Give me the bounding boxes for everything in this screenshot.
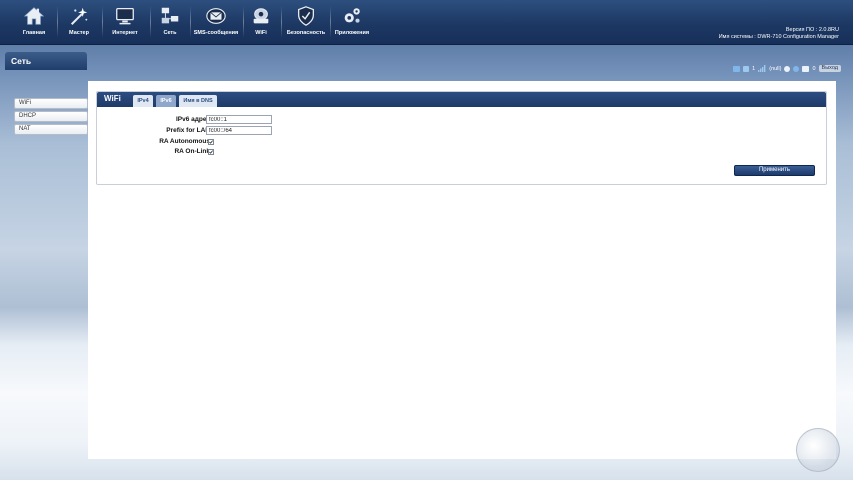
ra-onlink-checkbox[interactable] <box>208 149 214 155</box>
nav-network[interactable]: Сеть <box>157 4 183 42</box>
nav-divider <box>190 6 191 38</box>
ipv6-address-row: IPv6 адрес <box>97 115 210 125</box>
nav-security-label: Безопасность <box>286 30 326 36</box>
ra-autonomous-label: RA Autonomous <box>159 138 210 145</box>
nav-sms[interactable]: SMS-сообщения <box>194 4 238 42</box>
nav-divider <box>57 6 58 38</box>
network-status-icon <box>793 65 800 72</box>
ra-onlink-label: RA On-Link <box>174 148 210 155</box>
prefix-lan-label: Prefix for LAN <box>166 127 210 134</box>
tab-dns-name[interactable]: Имя в DNS <box>179 95 217 107</box>
connection-icon <box>733 65 741 72</box>
firmware-version: Версия ПО : 2.0.8RU <box>785 27 839 33</box>
signal-icon <box>758 65 766 72</box>
watermark-logo <box>796 428 840 472</box>
sidebar-item-wifi[interactable]: WiFi <box>14 98 88 109</box>
router-icon <box>253 8 269 24</box>
checkmark-icon <box>209 140 213 144</box>
wifi-clients-icon <box>743 65 750 72</box>
sidebar-item-dhcp[interactable]: DHCP <box>14 111 88 122</box>
network-icon <box>161 7 179 24</box>
wifi-clients-count: 1 <box>752 65 756 72</box>
shield-icon <box>298 6 314 26</box>
nav-home-label: Главная <box>22 30 46 36</box>
prefix-lan-row: Prefix for LAN <box>97 126 210 136</box>
nav-internet-label: Интернет <box>112 30 138 36</box>
nav-divider <box>102 6 103 38</box>
tab-ipv6[interactable]: IPv6 <box>156 95 176 107</box>
system-name: Имя системы : DWR-710 Configuration Mana… <box>718 34 839 40</box>
ra-onlink-row: RA On-Link <box>97 147 210 157</box>
section-title: Сеть <box>5 52 87 70</box>
nav-home[interactable]: Главная <box>20 4 48 42</box>
panel-header: WiFi IPv4 IPv6 Имя в DNS <box>97 92 826 107</box>
ipv6-address-label: IPv6 адрес <box>175 116 210 123</box>
nav-applications-label: Приложения <box>334 30 370 36</box>
main-content: WiFi IPv4 IPv6 Имя в DNS IPv6 адрес Pref… <box>88 81 836 459</box>
sidebar-item-nat[interactable]: NAT <box>14 124 88 135</box>
prefix-lan-input[interactable] <box>206 126 272 135</box>
gears-icon <box>344 8 360 23</box>
status-strip: 1 (null) 0 Выход <box>733 64 841 73</box>
nav-divider <box>281 6 282 38</box>
logout-button[interactable]: Выход <box>818 65 841 72</box>
nav-security[interactable]: Безопасность <box>287 4 325 42</box>
nav-network-label: Сеть <box>163 30 177 36</box>
nav-wizard[interactable]: Мастер <box>64 4 94 42</box>
nav-applications[interactable]: Приложения <box>334 4 370 42</box>
globe-icon <box>784 65 791 72</box>
apply-button[interactable]: Применить <box>734 165 815 176</box>
envelope-icon <box>206 8 226 24</box>
tab-ipv4[interactable]: IPv4 <box>133 95 153 107</box>
sms-count: 0 <box>812 65 816 72</box>
nav-wifi[interactable]: WiFi <box>249 4 273 42</box>
settings-panel: WiFi IPv4 IPv6 Имя в DNS IPv6 адрес Pref… <box>96 91 827 185</box>
nav-divider <box>330 6 331 38</box>
signal-text: (null) <box>769 65 782 72</box>
home-icon <box>23 7 45 25</box>
wizard-icon <box>70 7 88 25</box>
nav-wifi-label: WiFi <box>255 30 267 36</box>
checkmark-icon <box>209 150 213 154</box>
system-info: Версия ПО : 2.0.8RU Имя системы : DWR-71… <box>719 27 839 41</box>
ra-autonomous-row: RA Autonomous <box>97 137 210 147</box>
monitor-icon <box>116 8 134 25</box>
nav-divider <box>150 6 151 38</box>
nav-wizard-label: Мастер <box>69 30 89 36</box>
nav-divider <box>243 6 244 38</box>
top-navigation-bar: Главная Мастер Интернет Сеть SMS-сообщен… <box>0 0 853 45</box>
nav-internet[interactable]: Интернет <box>108 4 142 42</box>
sms-icon <box>802 65 810 72</box>
panel-title: WiFi <box>104 94 121 103</box>
nav-sms-label: SMS-сообщения <box>193 30 239 36</box>
ipv6-address-input[interactable] <box>206 115 272 124</box>
ra-autonomous-checkbox[interactable] <box>208 139 214 145</box>
